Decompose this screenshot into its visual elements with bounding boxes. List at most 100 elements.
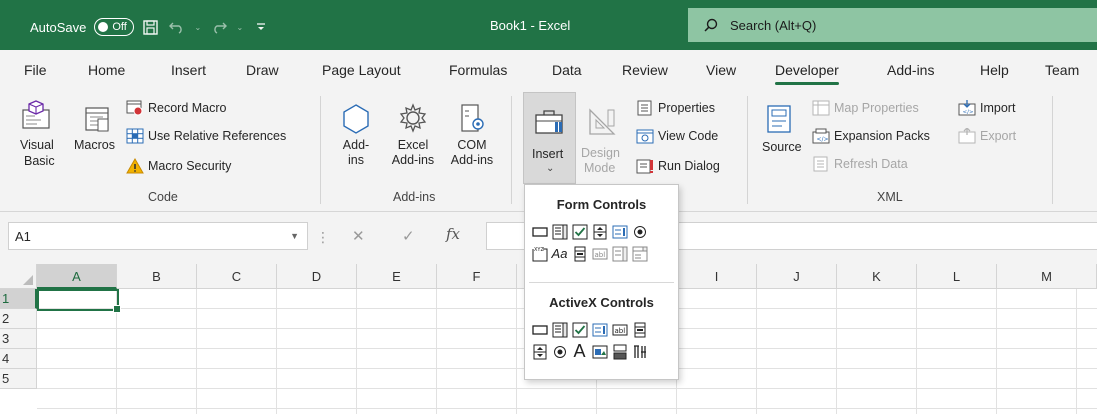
run-dialog-button[interactable]: Run Dialog	[636, 158, 720, 174]
column-header-b[interactable]: B	[117, 264, 197, 289]
expansion-packs-button[interactable]: </> Expansion Packs	[812, 128, 930, 144]
label-activex-icon[interactable]: A	[571, 341, 588, 361]
visual-basic-label-2: Basic	[24, 154, 55, 168]
spin-button-form-control-icon[interactable]	[591, 223, 608, 240]
command-button-activex-icon[interactable]	[531, 321, 548, 338]
design-mode-button[interactable]: Design Mode	[580, 100, 624, 180]
button-form-control-icon[interactable]	[531, 223, 548, 240]
use-relative-references-button[interactable]: Use Relative References	[126, 128, 286, 144]
export-button[interactable]: Export	[958, 128, 1016, 144]
check-box-form-control-icon[interactable]	[571, 223, 588, 240]
more-controls-icon[interactable]	[631, 343, 648, 360]
activex-controls-heading: ActiveX Controls	[549, 295, 654, 310]
text-field-form-control-icon[interactable]: abl	[591, 245, 608, 262]
tab-file[interactable]: File	[24, 62, 47, 78]
undo-dropdown-icon[interactable]: ⌄	[194, 18, 202, 36]
option-button-activex-icon[interactable]	[551, 343, 568, 360]
label-form-control-icon[interactable]: Aa	[551, 245, 568, 262]
redo-icon[interactable]	[210, 18, 228, 36]
tab-team[interactable]: Team	[1045, 62, 1079, 78]
spin-button-activex-icon[interactable]	[531, 343, 548, 360]
row-header-3[interactable]: 3	[0, 329, 37, 349]
column-header-d[interactable]: D	[277, 264, 357, 289]
customize-qat-icon[interactable]	[252, 18, 270, 36]
column-header-a[interactable]: A	[37, 264, 117, 289]
record-macro-button[interactable]: Record Macro	[126, 100, 227, 116]
svg-text:abl: abl	[594, 251, 605, 259]
insert-control-button[interactable]: Insert ⌄	[523, 92, 576, 184]
image-activex-icon[interactable]	[591, 343, 608, 360]
scroll-bar-form-control-icon[interactable]	[571, 245, 588, 262]
import-button[interactable]: </> Import	[958, 100, 1015, 116]
combo-list-edit-form-control-icon[interactable]	[611, 245, 628, 262]
column-header-l[interactable]: L	[917, 264, 997, 289]
column-header-k[interactable]: K	[837, 264, 917, 289]
group-box-form-control-icon[interactable]: XYZ	[531, 245, 548, 262]
toggle-button-activex-icon[interactable]	[611, 343, 628, 360]
excel-add-ins-button[interactable]: Excel Add-ins	[388, 102, 438, 168]
add-ins-button[interactable]: Add- ins	[336, 102, 376, 168]
autosave-toggle[interactable]: Off	[94, 18, 134, 36]
row-header-2[interactable]: 2	[0, 309, 37, 329]
form-controls-row-2: XYZ Aa abl	[531, 245, 648, 262]
macros-button[interactable]: Macros	[74, 104, 122, 152]
undo-icon[interactable]	[168, 18, 186, 36]
tab-data[interactable]: Data	[552, 62, 582, 78]
column-header-f[interactable]: F	[437, 264, 517, 289]
combo-box-form-control-icon[interactable]	[551, 223, 568, 240]
formula-bar-grip-icon[interactable]: ⋮	[316, 229, 330, 246]
tab-review[interactable]: Review	[622, 62, 668, 78]
tab-insert[interactable]: Insert	[171, 62, 206, 78]
enter-icon[interactable]: ✓	[402, 227, 415, 245]
macro-security-button[interactable]: Macro Security	[126, 158, 231, 174]
text-box-activex-icon[interactable]: abl	[611, 321, 628, 338]
map-properties-icon	[812, 100, 830, 116]
visual-basic-button[interactable]: Visual Basic	[18, 100, 56, 168]
combo-drop-down-edit-form-control-icon[interactable]	[631, 245, 648, 262]
search-box[interactable]: Search (Alt+Q)	[688, 8, 1097, 42]
insert-control-label: Insert	[532, 147, 564, 161]
map-properties-label: Map Properties	[834, 101, 919, 115]
row-header-5[interactable]: 5	[0, 369, 37, 389]
view-code-button[interactable]: View Code	[636, 128, 718, 144]
tab-home[interactable]: Home	[88, 62, 125, 78]
properties-button[interactable]: Properties	[636, 100, 715, 116]
map-properties-button[interactable]: Map Properties	[812, 100, 919, 116]
tab-formulas[interactable]: Formulas	[449, 62, 507, 78]
row-header-1[interactable]: 1	[0, 289, 37, 309]
row-header-4[interactable]: 4	[0, 349, 37, 369]
tab-draw[interactable]: Draw	[246, 62, 279, 78]
tab-view[interactable]: View	[706, 62, 736, 78]
column-header-m[interactable]: M	[997, 264, 1097, 289]
select-all-button[interactable]	[0, 264, 37, 289]
combo-box-activex-icon[interactable]	[551, 321, 568, 338]
group-separator	[747, 96, 748, 204]
check-box-activex-icon[interactable]	[571, 321, 588, 338]
tab-help[interactable]: Help	[980, 62, 1009, 78]
source-button[interactable]: Source	[760, 100, 808, 170]
name-box-dropdown-icon[interactable]: ▼	[290, 231, 299, 241]
scroll-bar-activex-icon[interactable]	[631, 321, 648, 338]
list-box-form-control-icon[interactable]	[611, 223, 628, 240]
gear-icon	[399, 103, 427, 133]
save-icon[interactable]	[142, 18, 160, 36]
refresh-data-button[interactable]: Refresh Data	[812, 156, 908, 172]
record-macro-icon	[126, 100, 143, 116]
column-header-c[interactable]: C	[197, 264, 277, 289]
column-header-i[interactable]: I	[677, 264, 757, 289]
insert-function-button[interactable]: fx	[446, 225, 460, 243]
option-button-form-control-icon[interactable]	[631, 223, 648, 240]
tab-developer[interactable]: Developer	[775, 62, 839, 85]
add-ins-group-label: Add-ins	[393, 190, 436, 204]
tab-page-layout[interactable]: Page Layout	[322, 62, 401, 78]
redo-dropdown-icon[interactable]: ⌄	[236, 18, 244, 36]
com-add-ins-button[interactable]: COM Add-ins	[446, 102, 498, 168]
name-box[interactable]: A1 ▼	[8, 222, 308, 250]
active-cell-a1[interactable]	[37, 289, 121, 313]
cancel-icon[interactable]: ✕	[352, 227, 365, 245]
warning-icon	[126, 158, 144, 174]
list-box-activex-icon[interactable]	[591, 321, 608, 338]
tab-add-ins[interactable]: Add-ins	[887, 62, 934, 78]
column-header-j[interactable]: J	[757, 264, 837, 289]
column-header-e[interactable]: E	[357, 264, 437, 289]
